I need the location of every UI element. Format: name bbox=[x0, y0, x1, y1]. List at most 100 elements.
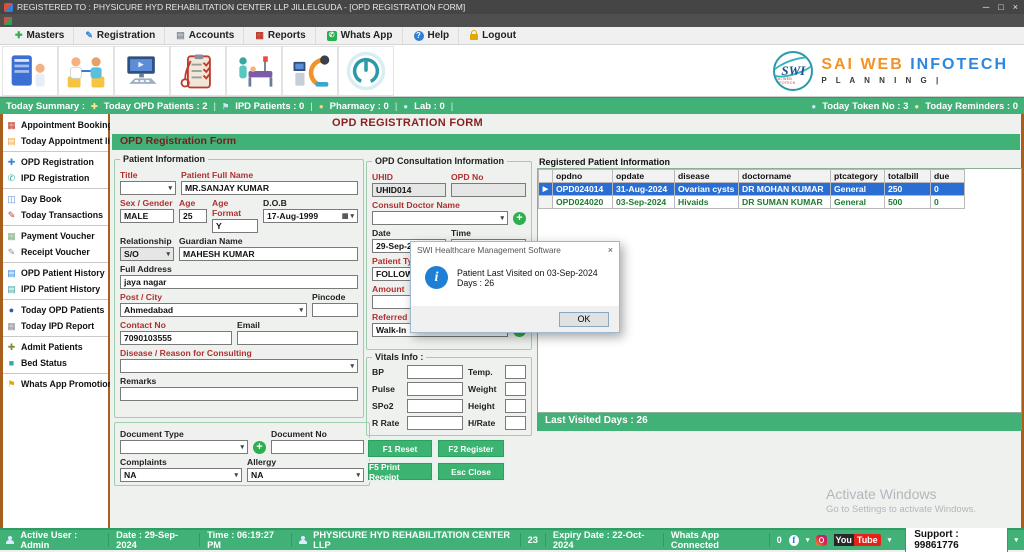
summary-bar: Today Summary : ✚ Today OPD Patients : 2… bbox=[0, 97, 1024, 114]
company-logo: SWI SAI WEB INFOTECH SAI WEB INFOTECH P … bbox=[773, 51, 1022, 91]
activate-windows-watermark: Activate Windows Go to Settings to activ… bbox=[826, 486, 976, 515]
status-bar: Active User : Admin Date : 29-Sep-2024 T… bbox=[0, 528, 1024, 550]
billing-computer-icon[interactable] bbox=[114, 46, 170, 96]
menu-masters[interactable]: ✚Masters bbox=[6, 27, 74, 44]
register-button[interactable]: F2 Register bbox=[438, 440, 504, 457]
ok-button[interactable]: OK bbox=[559, 312, 609, 327]
summary-token[interactable]: Today Token No : 3 bbox=[822, 101, 908, 112]
patient-bed-icon[interactable] bbox=[226, 46, 282, 96]
sidebar-item-admit-patients[interactable]: ✚Admit Patients bbox=[3, 339, 108, 355]
pulse-input[interactable] bbox=[407, 382, 463, 396]
close-icon[interactable]: × bbox=[1013, 3, 1018, 12]
temp-input[interactable] bbox=[505, 365, 526, 379]
chevron-down-icon[interactable]: ▾ bbox=[888, 536, 892, 544]
menu-registration[interactable]: ✎Registration bbox=[76, 27, 165, 44]
guardian-name-input[interactable]: MAHESH KUMAR bbox=[179, 247, 358, 261]
dob-datepicker[interactable]: 17-Aug-1999▦▾ bbox=[263, 209, 358, 223]
contact-no-input[interactable]: 7090103555 bbox=[120, 331, 232, 345]
document-no-input[interactable] bbox=[271, 440, 364, 454]
instagram-icon[interactable] bbox=[816, 535, 826, 546]
youtube-icon[interactable]: YouTube bbox=[834, 534, 881, 546]
close-button[interactable]: Esc Close bbox=[438, 463, 504, 480]
summary-lab[interactable]: Lab : 0 bbox=[414, 101, 445, 112]
support-number[interactable]: Support : 99861776 bbox=[905, 527, 1007, 552]
chevron-down-icon[interactable]: ▾ bbox=[1015, 536, 1019, 544]
sidebar-item-bed-status[interactable]: ■Bed Status bbox=[3, 355, 108, 371]
summary-ipd[interactable]: IPD Patients : 0 bbox=[235, 101, 304, 112]
complaints-select[interactable]: NA▾ bbox=[120, 468, 242, 482]
relationship-select[interactable]: S/O▾ bbox=[120, 247, 174, 261]
minimize-icon[interactable]: ─ bbox=[983, 3, 989, 12]
menu-reports[interactable]: ▦Reports bbox=[246, 27, 315, 44]
bp-input[interactable] bbox=[407, 365, 463, 379]
rrate-input[interactable] bbox=[407, 416, 463, 430]
window-titlebar: REGISTERED TO : PHYSICURE HYD REHABILITA… bbox=[0, 0, 1024, 14]
age-input[interactable]: 25 bbox=[179, 209, 207, 223]
height-input[interactable] bbox=[505, 399, 526, 413]
sidebar-item-appointment-booking[interactable]: ▦Appointment Booking bbox=[3, 117, 108, 133]
sidebar-item-day-book[interactable]: ◫Day Book bbox=[3, 191, 108, 207]
print-receipt-button[interactable]: F5 Print Receipt bbox=[368, 463, 432, 480]
ipd-registration-icon: ✆ bbox=[6, 173, 17, 184]
gender-input[interactable]: MALE bbox=[120, 209, 174, 223]
patients-icon: ● bbox=[6, 305, 17, 315]
summary-opd[interactable]: Today OPD Patients : 2 bbox=[104, 101, 208, 112]
consult-doctor-select[interactable]: ▾ bbox=[372, 211, 508, 225]
sidebar-item-today-ipd-report[interactable]: ▦Today IPD Report bbox=[3, 318, 108, 334]
add-doctor-button[interactable]: + bbox=[513, 212, 526, 225]
sidebar-item-payment-voucher[interactable]: ▦Payment Voucher bbox=[3, 228, 108, 244]
weight-input[interactable] bbox=[505, 382, 526, 396]
chevron-down-icon: ▾ bbox=[500, 214, 504, 222]
scanner-machine-icon[interactable] bbox=[282, 46, 338, 96]
age-format-input[interactable]: Y bbox=[212, 219, 258, 233]
menu-logout[interactable]: Logout bbox=[461, 27, 525, 44]
table-row[interactable]: ▶ OPD024014 31-Aug-2024 Ovarian cysts DR… bbox=[539, 183, 965, 196]
dialog-message: Patient Last Visited on 03-Sep-2024 Days… bbox=[457, 268, 609, 288]
sidebar-item-opd-registration[interactable]: ✚OPD Registration bbox=[3, 154, 108, 170]
sidebar-item-ipd-registration[interactable]: ✆IPD Registration bbox=[3, 170, 108, 186]
mdi-child-icon bbox=[4, 17, 12, 25]
sidebar-item-ipd-patient-history[interactable]: ▤IPD Patient History bbox=[3, 281, 108, 297]
reset-button[interactable]: F1 Reset bbox=[368, 440, 432, 457]
status-active-user: Active User : Admin bbox=[20, 530, 101, 550]
hrate-input[interactable] bbox=[505, 416, 526, 430]
pincode-input[interactable] bbox=[312, 303, 358, 317]
sidebar-item-today-opd-patients[interactable]: ●Today OPD Patients bbox=[3, 302, 108, 318]
document-type-select[interactable]: ▾ bbox=[120, 440, 248, 454]
email-input[interactable] bbox=[237, 331, 358, 345]
sidebar-item-today-appointment-list[interactable]: ▤Today Appointment list bbox=[3, 133, 108, 149]
power-button-icon[interactable] bbox=[338, 46, 394, 96]
title-select[interactable]: ▾ bbox=[120, 181, 176, 195]
summary-pharmacy[interactable]: Pharmacy : 0 bbox=[330, 101, 389, 112]
calendar-icon: ▦ bbox=[6, 120, 17, 131]
remarks-input[interactable] bbox=[120, 387, 358, 401]
sidebar-item-opd-patient-history[interactable]: ▤OPD Patient History bbox=[3, 265, 108, 281]
page-title: OPD REGISTRATION FORM bbox=[332, 117, 483, 129]
summary-reminders[interactable]: Today Reminders : 0 bbox=[925, 101, 1018, 112]
facebook-icon[interactable]: f bbox=[789, 535, 799, 546]
appointment-board-icon[interactable] bbox=[2, 46, 58, 96]
menu-whatsapp[interactable]: ✆Whats App bbox=[318, 27, 403, 44]
sidebar-item-today-transactions[interactable]: ✎Today Transactions bbox=[3, 207, 108, 223]
spo2-input[interactable] bbox=[407, 399, 463, 413]
full-address-input[interactable]: jaya nagar bbox=[120, 275, 358, 289]
dialog-close-icon[interactable]: × bbox=[608, 245, 613, 255]
mdi-child-bar bbox=[0, 14, 1024, 27]
sidebar-item-receipt-voucher[interactable]: ✎Receipt Voucher bbox=[3, 244, 108, 260]
maximize-icon[interactable]: □ bbox=[998, 3, 1003, 12]
doctor-consultation-icon[interactable] bbox=[58, 46, 114, 96]
table-row[interactable]: OPD024020 03-Sep-2024 Hivaids DR SUMAN K… bbox=[539, 196, 965, 209]
patient-fullname-input[interactable]: MR.SANJAY KUMAR bbox=[181, 181, 358, 195]
checklist-clipboard-icon[interactable] bbox=[170, 46, 226, 96]
status-zero: 0 bbox=[777, 535, 782, 545]
menu-help[interactable]: ?Help bbox=[405, 27, 460, 44]
lab-icon: ● bbox=[403, 102, 408, 111]
add-document-button[interactable]: + bbox=[253, 441, 266, 454]
ipd-history-icon: ▤ bbox=[6, 284, 17, 295]
menu-accounts[interactable]: ▤Accounts bbox=[167, 27, 244, 44]
city-select[interactable]: Ahmedabad▾ bbox=[120, 303, 307, 317]
disease-select[interactable]: ▾ bbox=[120, 359, 358, 373]
chevron-down-icon[interactable]: ▾ bbox=[806, 536, 810, 544]
sidebar-item-whatsapp-promotions[interactable]: ⚑Whats App Promotions bbox=[3, 376, 108, 392]
allergy-select[interactable]: NA▾ bbox=[247, 468, 364, 482]
